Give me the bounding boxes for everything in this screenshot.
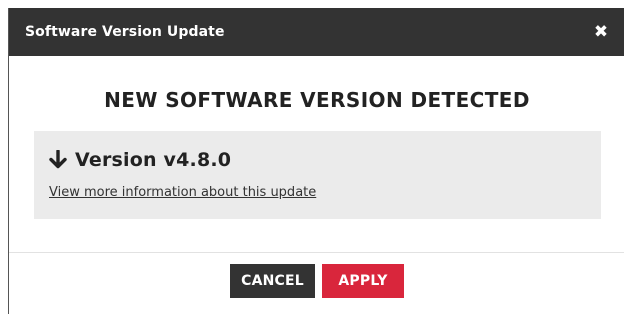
version-label: Version v4.8.0 — [75, 149, 232, 171]
close-icon: ✖ — [593, 22, 609, 42]
update-heading: NEW SOFTWARE VERSION DETECTED — [104, 88, 530, 112]
apply-button[interactable]: APPLY — [322, 264, 404, 298]
update-info-link[interactable]: View more information about this update — [49, 185, 316, 200]
version-panel: Version v4.8.0 View more information abo… — [34, 131, 601, 219]
arrow-down-icon — [49, 150, 67, 169]
dialog-title: Software Version Update — [25, 24, 225, 40]
cancel-button[interactable]: CANCEL — [230, 264, 315, 298]
dialog-titlebar: Software Version Update ✖ — [9, 8, 624, 56]
software-update-dialog: Software Version Update ✖ NEW SOFTWARE V… — [8, 8, 624, 314]
footer-divider — [9, 252, 624, 253]
version-row: Version v4.8.0 — [49, 147, 231, 173]
close-button[interactable]: ✖ — [591, 21, 611, 43]
